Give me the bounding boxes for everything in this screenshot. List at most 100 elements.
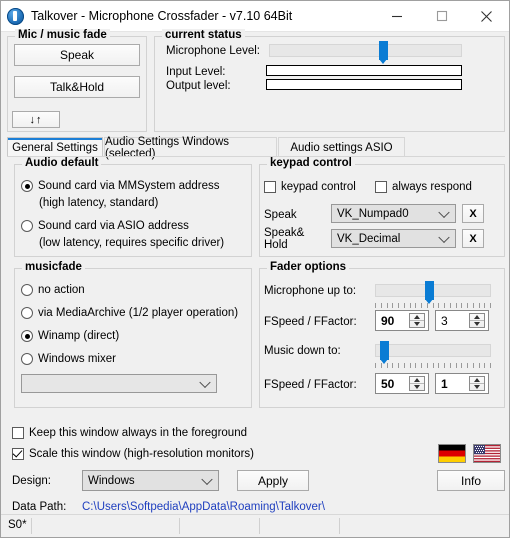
music-fspeed-value: 50 bbox=[381, 376, 395, 391]
app-icon bbox=[7, 7, 24, 25]
window-title: Talkover - Microphone Crossfader - v7.10… bbox=[31, 9, 293, 23]
status-bar: S0* bbox=[1, 514, 509, 537]
radio-mmsystem[interactable]: Sound card via MMSystem address bbox=[21, 180, 220, 192]
checkbox-keep-foreground-indicator[interactable] bbox=[12, 427, 24, 439]
radio-windows-mixer[interactable]: Windows mixer bbox=[21, 353, 116, 365]
music-down-to-label: Music down to: bbox=[264, 345, 341, 357]
tab-general-settings[interactable]: General Settings bbox=[7, 137, 103, 157]
music-down-to-slider-rail bbox=[375, 344, 491, 357]
mic-ffactor-stepper[interactable] bbox=[469, 313, 485, 328]
maximize-button[interactable] bbox=[419, 1, 464, 31]
arrow-up-icon bbox=[414, 315, 420, 319]
status-bar-divider bbox=[259, 518, 260, 534]
speak-hold-key-clear-button[interactable]: X bbox=[462, 229, 484, 248]
microphone-up-to-slider-thumb[interactable] bbox=[425, 281, 434, 304]
speak-key-clear-button[interactable]: X bbox=[462, 204, 484, 223]
radio-asio-indicator[interactable] bbox=[21, 220, 33, 232]
checkbox-keypad-control-label: keypad control bbox=[281, 181, 356, 193]
checkbox-keep-foreground[interactable]: Keep this window always in the foregroun… bbox=[12, 427, 247, 439]
radio-no-action[interactable]: no action bbox=[21, 284, 85, 296]
output-level-label: Output level: bbox=[166, 80, 231, 92]
chevron-down-icon bbox=[438, 206, 450, 218]
microphone-level-slider-rail bbox=[269, 44, 462, 57]
tab-audio-settings-asio[interactable]: Audio settings ASIO bbox=[278, 137, 405, 157]
keypad-control-title: keypad control bbox=[267, 157, 355, 169]
arrow-down-icon bbox=[474, 385, 480, 389]
music-fspeed-decrement[interactable] bbox=[410, 384, 424, 390]
mic-fspeed-ffactor-label: FSpeed / FFactor: bbox=[264, 316, 357, 328]
checkbox-keypad-control[interactable]: keypad control bbox=[264, 181, 356, 193]
radio-mediaarchive-label: via MediaArchive (1/2 player operation) bbox=[38, 307, 239, 319]
data-path-value[interactable]: C:\Users\Softpedia\AppData\Roaming\Talko… bbox=[82, 501, 325, 513]
music-down-to-slider-thumb[interactable] bbox=[380, 341, 389, 364]
design-combo[interactable]: Windows bbox=[82, 470, 219, 491]
mic-ffactor-increment[interactable] bbox=[470, 314, 484, 321]
checkbox-always-respond[interactable]: always respond bbox=[375, 181, 472, 193]
mic-fspeed-decrement[interactable] bbox=[410, 321, 424, 327]
status-bar-divider bbox=[179, 518, 180, 534]
german-flag-icon[interactable] bbox=[438, 444, 466, 463]
us-flag-icon[interactable] bbox=[473, 444, 501, 463]
info-button[interactable]: Info bbox=[437, 470, 505, 491]
fade-arrows-button[interactable]: ↓↑ bbox=[12, 111, 60, 128]
microphone-level-slider-thumb[interactable] bbox=[379, 41, 388, 64]
tab-audio-settings-windows[interactable]: Audio Settings Windows (selected) bbox=[104, 136, 277, 160]
music-fspeed-increment[interactable] bbox=[410, 377, 424, 384]
radio-winamp[interactable]: Winamp (direct) bbox=[21, 330, 119, 342]
speak-button-label: Speak bbox=[59, 48, 95, 62]
radio-no-action-label: no action bbox=[38, 284, 85, 296]
chevron-down-icon bbox=[199, 376, 211, 388]
radio-asio[interactable]: Sound card via ASIO address bbox=[21, 220, 189, 232]
mic-fspeed-increment[interactable] bbox=[410, 314, 424, 321]
minimize-button[interactable] bbox=[374, 1, 419, 31]
checkbox-keypad-control-indicator[interactable] bbox=[264, 181, 276, 193]
caption-buttons bbox=[374, 1, 509, 31]
microphone-up-to-slider[interactable] bbox=[375, 281, 491, 309]
speak-hold-key-combo[interactable]: VK_Decimal bbox=[331, 229, 456, 248]
music-fspeed-input[interactable]: 50 bbox=[375, 373, 429, 394]
input-level-meter bbox=[266, 65, 462, 76]
music-ffactor-decrement[interactable] bbox=[470, 384, 484, 390]
speak-button[interactable]: Speak bbox=[14, 44, 140, 66]
radio-mediaarchive-indicator[interactable] bbox=[21, 307, 33, 319]
checkbox-always-respond-indicator[interactable] bbox=[375, 181, 387, 193]
arrow-down-icon bbox=[414, 322, 420, 326]
music-ffactor-input[interactable]: 1 bbox=[435, 373, 489, 394]
mic-fspeed-value: 90 bbox=[381, 313, 395, 328]
radio-mmsystem-indicator[interactable] bbox=[21, 180, 33, 192]
arrow-up-icon bbox=[414, 378, 420, 382]
microphone-level-slider[interactable] bbox=[269, 41, 462, 64]
music-ffactor-increment[interactable] bbox=[470, 377, 484, 384]
current-status-title: current status bbox=[162, 29, 245, 41]
musicfade-device-combo[interactable] bbox=[21, 374, 217, 393]
checkbox-always-respond-label: always respond bbox=[392, 181, 472, 193]
music-fspeed-stepper[interactable] bbox=[409, 376, 425, 391]
close-button[interactable] bbox=[464, 1, 509, 31]
radio-winamp-indicator[interactable] bbox=[21, 330, 33, 342]
music-down-to-slider-ticks bbox=[375, 363, 491, 368]
checkbox-scale-window[interactable]: Scale this window (high-resolution monit… bbox=[12, 448, 254, 460]
radio-mediaarchive[interactable]: via MediaArchive (1/2 player operation) bbox=[21, 307, 238, 319]
audio-default-title: Audio default bbox=[22, 157, 102, 169]
status-bar-divider bbox=[31, 518, 32, 534]
checkbox-keep-foreground-label: Keep this window always in the foregroun… bbox=[29, 427, 247, 439]
speak-hold-key-clear-label: X bbox=[469, 232, 477, 245]
status-bar-text: S0* bbox=[8, 519, 27, 531]
speak-key-combo[interactable]: VK_Numpad0 bbox=[331, 204, 456, 223]
chevron-down-icon bbox=[201, 473, 213, 485]
mic-ffactor-input[interactable]: 3 bbox=[435, 310, 489, 331]
arrow-up-icon bbox=[474, 315, 480, 319]
music-down-to-slider[interactable] bbox=[375, 341, 491, 369]
music-ffactor-stepper[interactable] bbox=[469, 376, 485, 391]
radio-windows-mixer-indicator[interactable] bbox=[21, 353, 33, 365]
speak-hold-key-label-2: Hold bbox=[264, 239, 288, 251]
radio-no-action-indicator[interactable] bbox=[21, 284, 33, 296]
mic-fspeed-stepper[interactable] bbox=[409, 313, 425, 328]
mic-fspeed-input[interactable]: 90 bbox=[375, 310, 429, 331]
music-fspeed-ffactor-label: FSpeed / FFactor: bbox=[264, 379, 357, 391]
apply-button[interactable]: Apply bbox=[237, 470, 309, 491]
talk-hold-button[interactable]: Talk&Hold bbox=[14, 76, 140, 98]
checkbox-scale-window-indicator[interactable] bbox=[12, 448, 24, 460]
mic-ffactor-decrement[interactable] bbox=[470, 321, 484, 327]
radio-asio-label: Sound card via ASIO address bbox=[38, 220, 189, 232]
